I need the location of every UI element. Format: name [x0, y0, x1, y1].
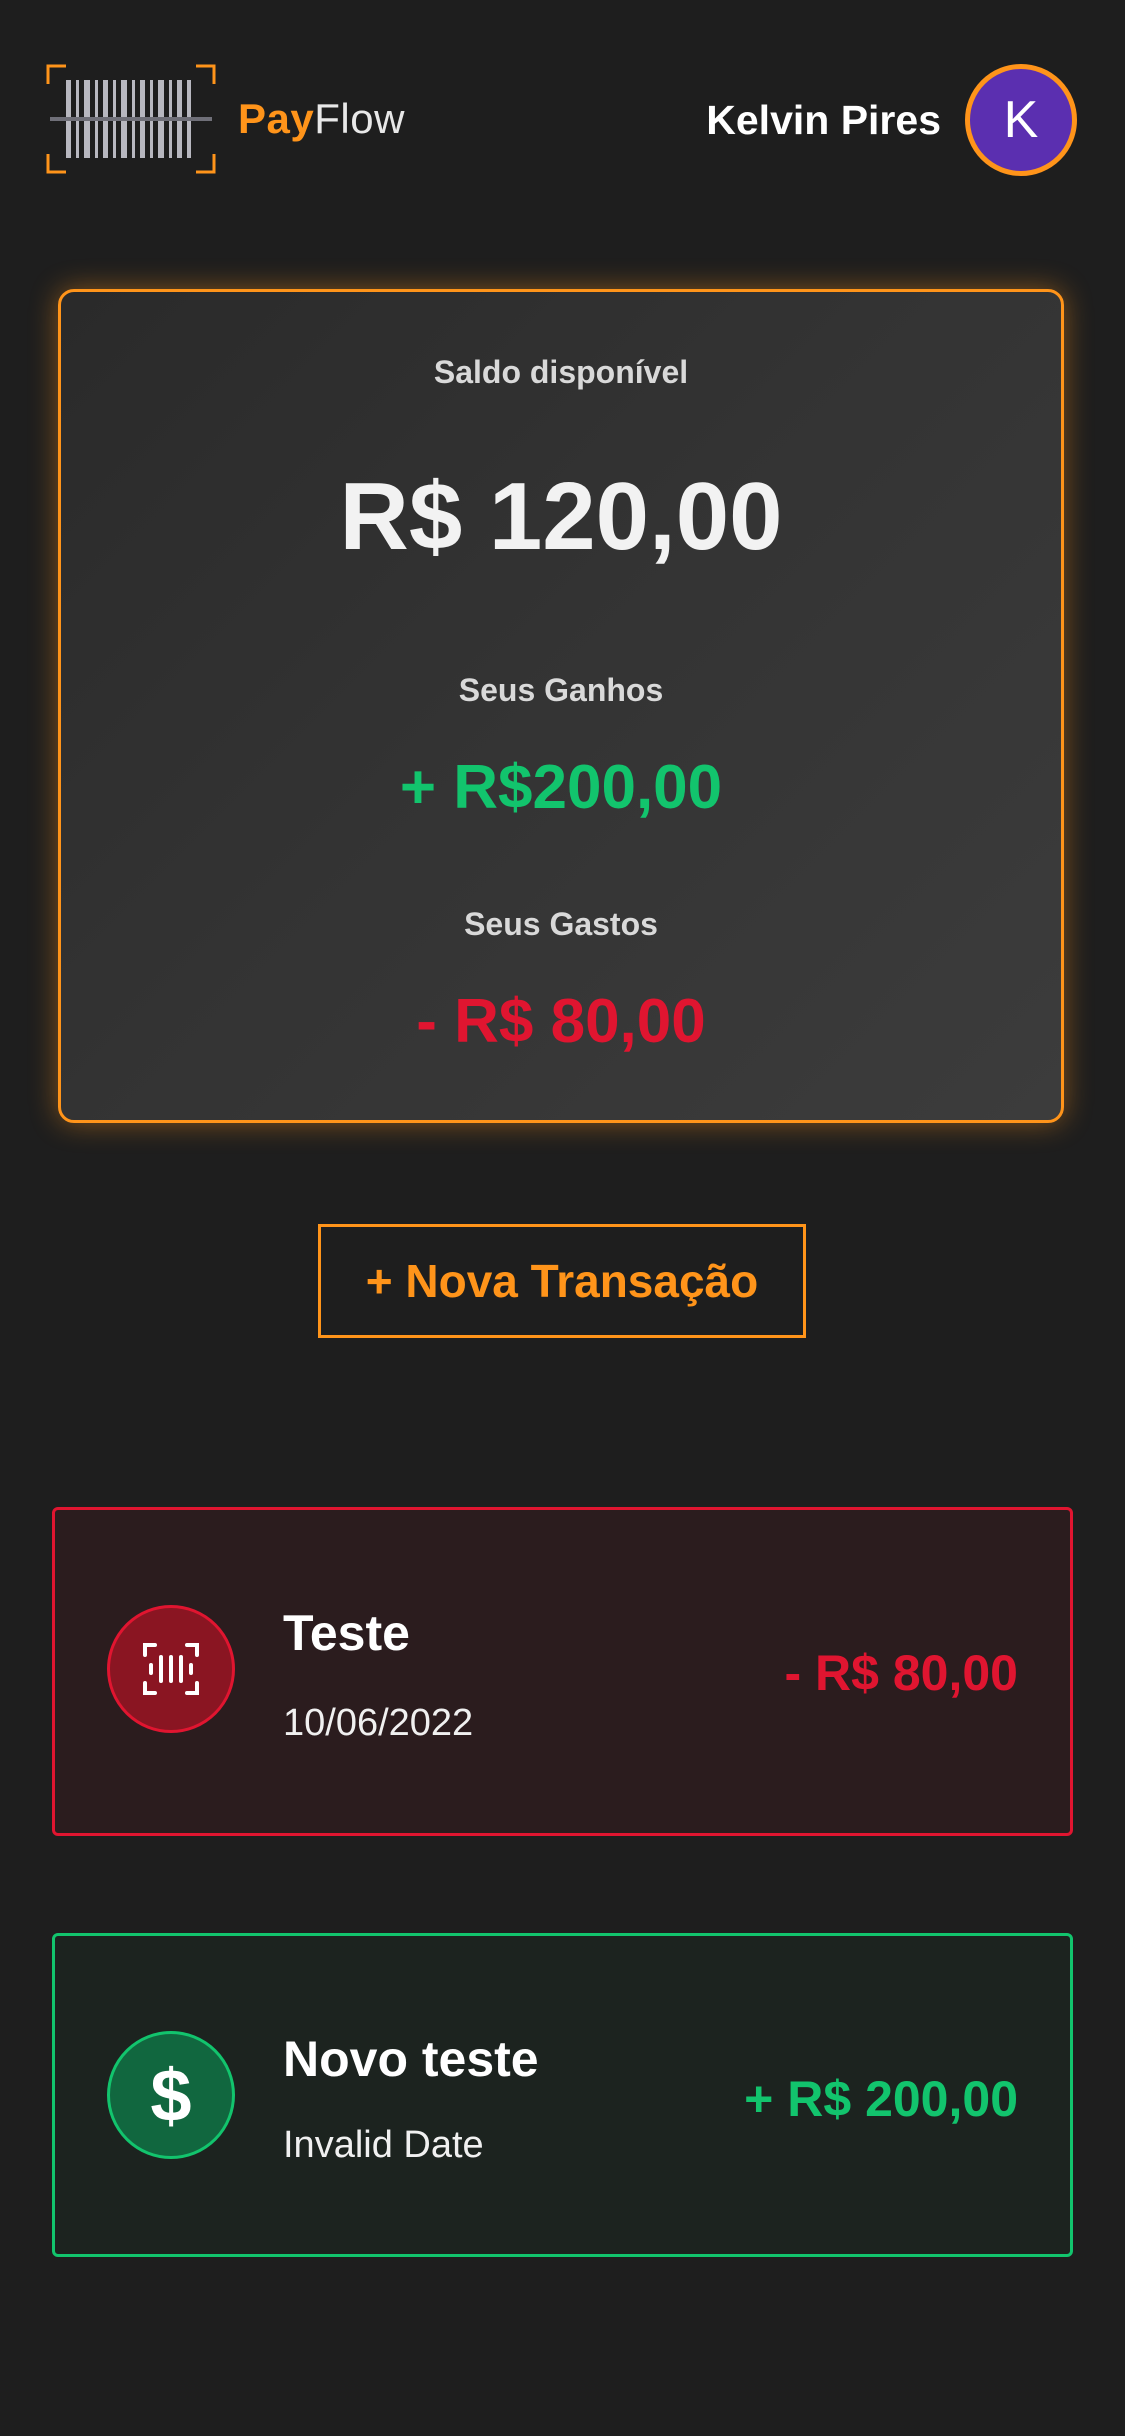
- barcode-scan-icon: [107, 1605, 235, 1733]
- transaction-title: Teste: [283, 1605, 410, 1661]
- user-name: Kelvin Pires: [706, 96, 941, 143]
- app-name: PayFlow: [238, 95, 405, 143]
- expenses-label: Seus Gastos: [464, 906, 658, 942]
- transaction-date: Invalid Date: [283, 2124, 484, 2166]
- user-profile[interactable]: Kelvin Pires K: [706, 64, 1077, 176]
- app-header: PayFlow Kelvin Pires K: [0, 0, 1125, 240]
- expenses-value: - R$ 80,00: [416, 987, 706, 1056]
- transaction-title: Novo teste: [283, 2031, 539, 2087]
- app-name-flow: Flow: [314, 95, 405, 142]
- transaction-card[interactable]: Teste 10/06/2022 - R$ 80,00: [52, 1507, 1073, 1836]
- available-balance-value: R$ 120,00: [339, 463, 783, 570]
- dollar-icon: $: [107, 2031, 235, 2159]
- income-value: + R$200,00: [399, 753, 723, 822]
- app-name-pay: Pay: [238, 95, 315, 142]
- income-label: Seus Ganhos: [458, 672, 664, 708]
- available-balance-label: Saldo disponível: [433, 354, 689, 390]
- barcode-scan-icon-svg: [143, 1643, 199, 1695]
- barcode-logo-icon: [46, 64, 216, 174]
- balance-card: Saldo disponível R$ 120,00 Seus Ganhos +…: [58, 289, 1064, 1123]
- transaction-amount: - R$ 80,00: [784, 1645, 1018, 1701]
- payflow-logo: PayFlow: [46, 64, 405, 174]
- transaction-card[interactable]: $ Novo teste Invalid Date + R$ 200,00: [52, 1933, 1073, 2257]
- avatar[interactable]: K: [965, 64, 1077, 176]
- transaction-amount: + R$ 200,00: [744, 2071, 1018, 2127]
- transaction-date: 10/06/2022: [283, 1702, 474, 1744]
- new-transaction-button[interactable]: + Nova Transação: [318, 1224, 806, 1338]
